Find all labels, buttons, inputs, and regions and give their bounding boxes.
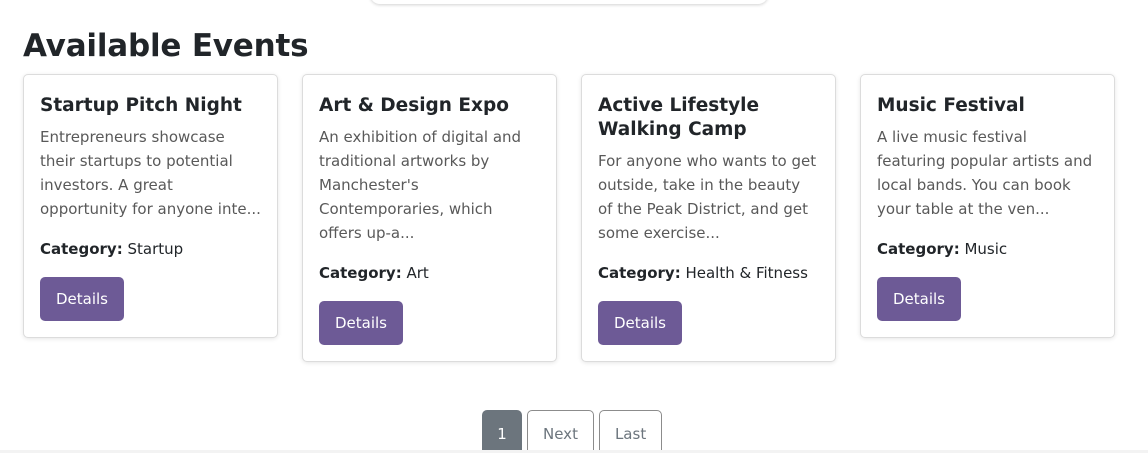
category-value: Health & Fitness [685, 264, 808, 282]
event-title: Startup Pitch Night [40, 95, 242, 116]
category-value: Startup [127, 240, 184, 258]
details-button[interactable]: Details [598, 301, 683, 345]
event-title: Art & Design Expo [319, 95, 509, 116]
event-description: For anyone who wants to get outside, tak… [598, 152, 817, 242]
event-card: Art & Design Expo An exhibition of digit… [302, 74, 557, 362]
pagination: 1 Next Last [482, 410, 663, 453]
category-value: Art [406, 264, 429, 282]
event-category: Category: Health & Fitness [598, 261, 819, 285]
category-label: Category: [40, 240, 123, 258]
page-1-button[interactable]: 1 [482, 410, 522, 453]
event-description: A live music festival featuring popular … [877, 128, 1093, 218]
category-label: Category: [319, 264, 402, 282]
details-button[interactable]: Details [319, 301, 404, 345]
event-card: Startup Pitch Night Entrepreneurs showca… [23, 74, 278, 338]
page: Available Events Startup Pitch Night Ent… [0, 0, 1148, 453]
next-page-button[interactable]: Next [527, 410, 594, 453]
event-category: Category: Music [877, 237, 1098, 261]
event-card: Active Lifestyle Walking Camp For anyone… [581, 74, 836, 362]
details-button[interactable]: Details [877, 277, 962, 321]
event-title: Music Festival [877, 95, 1025, 116]
category-label: Category: [877, 240, 960, 258]
event-category: Category: Art [319, 261, 540, 285]
event-card: Music Festival A live music festival fea… [860, 74, 1115, 338]
section-title: Available Events [23, 28, 309, 64]
event-title: Active Lifestyle Walking Camp [598, 95, 760, 140]
details-button[interactable]: Details [40, 277, 125, 321]
event-description: An exhibition of digital and traditional… [319, 128, 522, 242]
category-label: Category: [598, 264, 681, 282]
last-page-button[interactable]: Last [598, 410, 663, 453]
event-description: Entrepreneurs showcase their startups to… [40, 128, 261, 218]
search-panel-edge [370, 0, 768, 4]
event-category: Category: Startup [40, 237, 261, 261]
category-value: Music [964, 240, 1008, 258]
